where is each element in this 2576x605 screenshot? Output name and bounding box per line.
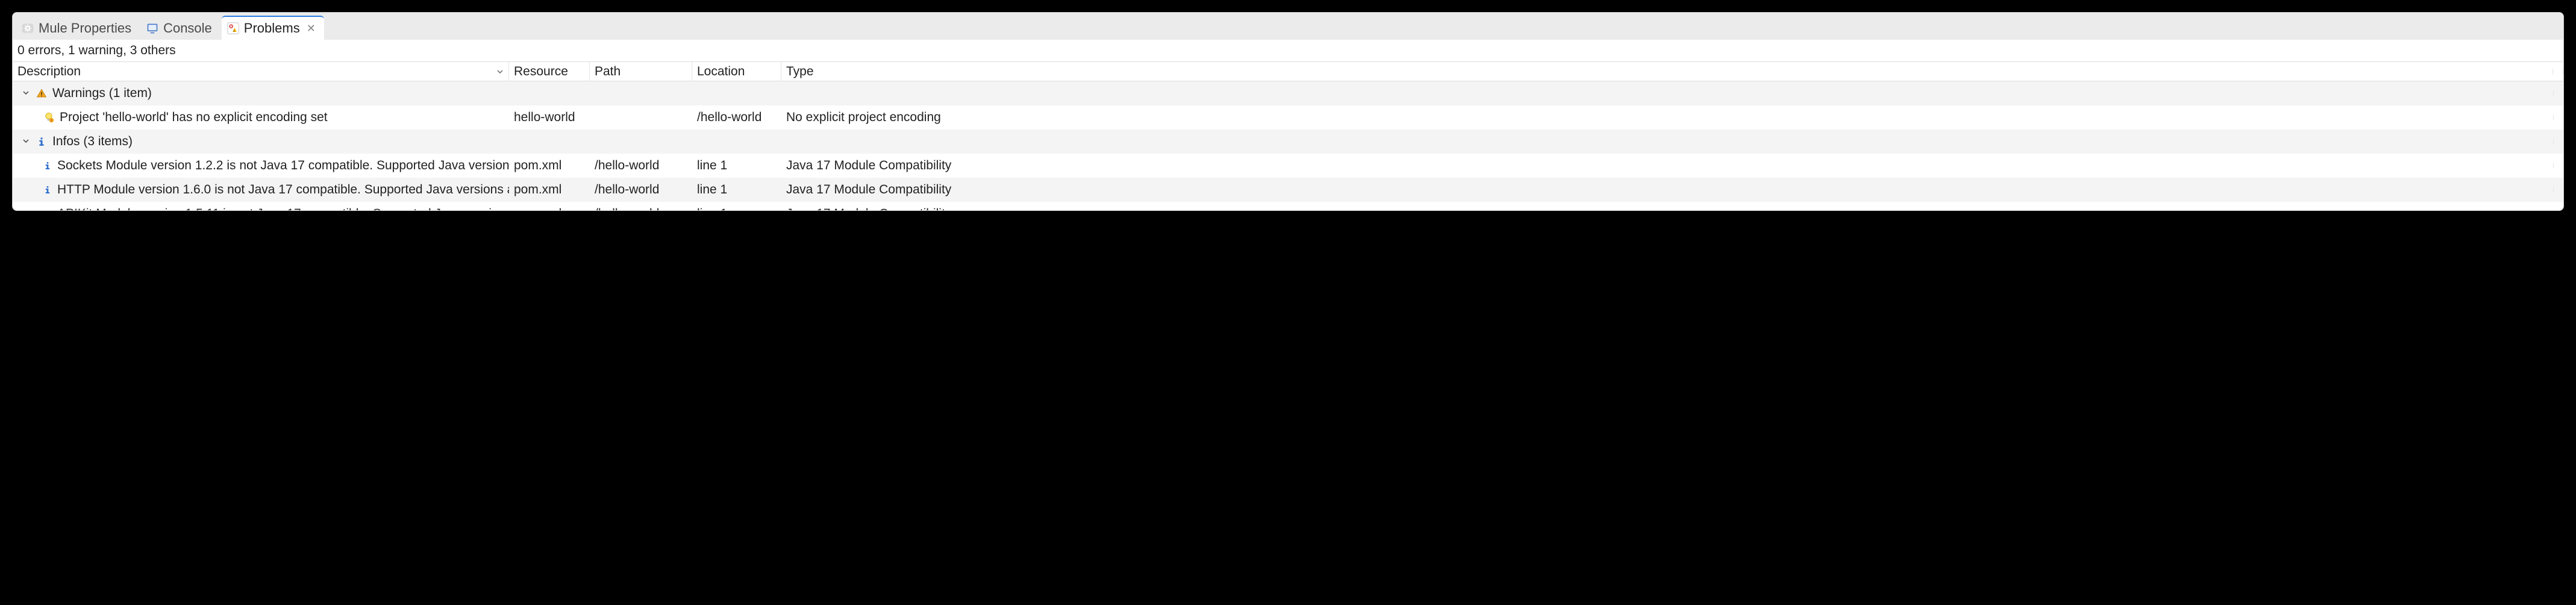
problem-type: Java 17 Module Compatibility	[781, 156, 2553, 175]
problems-view-window: Mule Properties Console Problems ✕ 0 err…	[12, 12, 2564, 211]
tab-problems[interactable]: Problems ✕	[222, 16, 324, 40]
problem-resource: pom.xml	[509, 156, 590, 175]
info-icon	[43, 208, 52, 210]
problem-description: Sockets Module version 1.2.2 is not Java…	[57, 158, 509, 173]
problems-table: Description Resource Path Location Type	[13, 62, 2563, 210]
info-icon	[43, 160, 52, 172]
gear-icon	[21, 22, 34, 35]
table-header: Description Resource Path Location Type	[13, 62, 2563, 81]
problem-path: /hello-world	[590, 156, 692, 175]
problem-row[interactable]: HTTP Module version 1.6.0 is not Java 17…	[13, 178, 2563, 202]
problem-type: No explicit project encoding	[781, 108, 2553, 127]
problem-path: /hello-world	[590, 204, 692, 210]
group-label: Infos (3 items)	[52, 134, 133, 149]
problem-row[interactable]: Sockets Module version 1.2.2 is not Java…	[13, 154, 2563, 178]
console-icon	[146, 22, 159, 35]
info-icon	[43, 184, 52, 196]
problem-description: HTTP Module version 1.6.0 is not Java 17…	[57, 183, 509, 197]
col-gutter	[2553, 69, 2563, 75]
chevron-down-icon[interactable]	[22, 89, 31, 98]
problem-location: /hello-world	[692, 108, 781, 127]
col-type[interactable]: Type	[781, 62, 2553, 82]
tab-mule-properties[interactable]: Mule Properties	[16, 17, 140, 40]
problem-row[interactable]: ! Project 'hello-world' has no explicit …	[13, 105, 2563, 130]
problem-path	[590, 115, 692, 120]
chevron-down-icon	[496, 64, 504, 79]
problem-location: line 1	[692, 156, 781, 175]
tab-console[interactable]: Console	[141, 17, 220, 40]
chevron-down-icon[interactable]	[22, 137, 31, 146]
col-location[interactable]: Location	[692, 62, 781, 82]
warning-icon	[36, 87, 48, 99]
info-icon	[36, 136, 48, 148]
tab-label: Console	[163, 20, 212, 36]
group-label: Warnings (1 item)	[52, 86, 152, 101]
problem-location: line 1	[692, 204, 781, 210]
problem-resource: hello-world	[509, 108, 590, 127]
problem-row[interactable]: APIKit Module version 1.5.11 is not Java…	[13, 202, 2563, 210]
table-body: Warnings (1 item) ! Project 'hello-world…	[13, 81, 2563, 210]
close-icon[interactable]: ✕	[307, 22, 316, 35]
tab-label: Mule Properties	[39, 20, 131, 36]
problem-resource: pom.xml	[509, 180, 590, 199]
problems-icon	[227, 22, 240, 35]
col-description-label: Description	[17, 64, 81, 79]
tab-bar: Mule Properties Console Problems ✕	[13, 13, 2563, 40]
problem-resource: pom.xml	[509, 204, 590, 210]
problem-description: Project 'hello-world' has no explicit en…	[60, 110, 328, 125]
problem-location: line 1	[692, 180, 781, 199]
col-resource[interactable]: Resource	[509, 62, 590, 82]
col-description[interactable]: Description	[13, 62, 509, 82]
group-row-infos[interactable]: Infos (3 items)	[13, 130, 2563, 154]
group-row-warnings[interactable]: Warnings (1 item)	[13, 81, 2563, 105]
problem-type: Java 17 Module Compatibility	[781, 204, 2553, 210]
problem-type: Java 17 Module Compatibility	[781, 180, 2553, 199]
problem-path: /hello-world	[590, 180, 692, 199]
lightbulb-warning-icon: !	[43, 111, 55, 124]
col-path[interactable]: Path	[590, 62, 692, 82]
problem-description: APIKit Module version 1.5.11 is not Java…	[57, 207, 509, 210]
tab-label: Problems	[244, 20, 300, 36]
problems-summary: 0 errors, 1 warning, 3 others	[13, 40, 2563, 62]
